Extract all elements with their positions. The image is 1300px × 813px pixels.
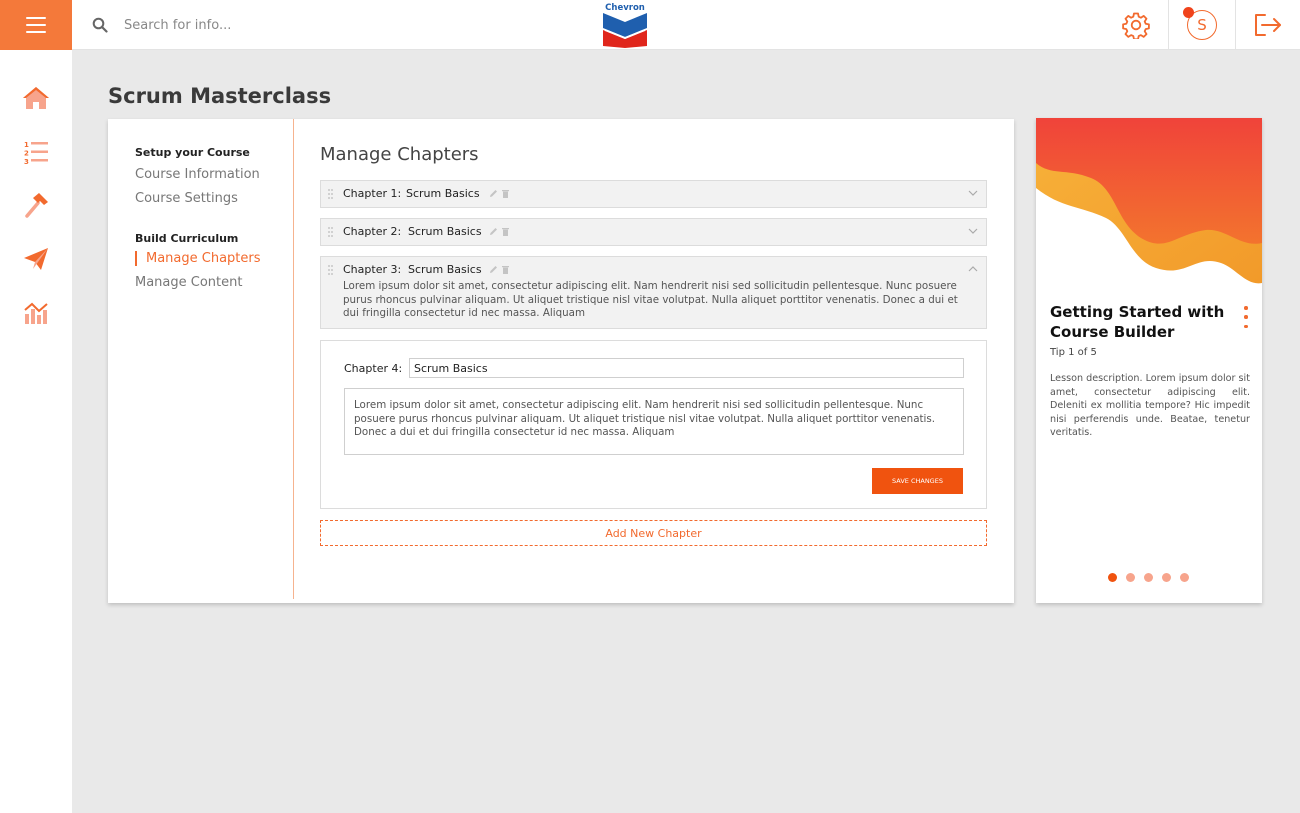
home-icon xyxy=(23,87,49,109)
page-title: Scrum Masterclass xyxy=(108,84,332,108)
chapter-name-input[interactable] xyxy=(409,358,964,378)
chapter-name: Scrum Basics xyxy=(408,225,482,238)
numbered-list-icon: 123 xyxy=(24,141,48,165)
trash-icon[interactable] xyxy=(502,227,509,236)
chapter-row[interactable]: Chapter 1: Scrum Basics xyxy=(320,180,987,208)
chapter-name: Scrum Basics xyxy=(408,263,482,276)
sidebar-item-courses[interactable]: 123 xyxy=(22,138,50,166)
carousel-dot[interactable] xyxy=(1144,573,1153,582)
hammer-icon xyxy=(25,193,48,218)
sidebar-item-home[interactable] xyxy=(22,84,50,112)
chapter-label: Chapter 1: xyxy=(343,187,402,200)
chapter-row[interactable]: Chapter 2: Scrum Basics xyxy=(320,218,987,246)
tip-counter: Tip 1 of 5 xyxy=(1050,347,1097,358)
trash-icon[interactable] xyxy=(502,189,509,198)
save-changes-button[interactable]: Save Changes xyxy=(872,468,963,494)
chapter-row-expanded[interactable]: Chapter 3: Scrum Basics Lorem ipsum dolo… xyxy=(320,256,987,329)
chapter-description: Lorem ipsum dolor sit amet, consectetur … xyxy=(343,280,958,319)
menu-heading-setup: Setup your Course xyxy=(135,146,250,159)
pencil-icon[interactable] xyxy=(489,189,498,198)
drag-handle-icon[interactable] xyxy=(328,265,334,275)
hamburger-icon xyxy=(26,15,46,36)
svg-text:3: 3 xyxy=(24,158,29,165)
menu-item-manage-chapters[interactable]: Manage Chapters xyxy=(135,251,261,266)
chevron-down-icon[interactable] xyxy=(968,188,978,198)
sidebar-item-publish[interactable] xyxy=(22,245,50,273)
settings-button[interactable] xyxy=(1104,0,1168,50)
avatar: S xyxy=(1183,7,1217,40)
avatar-initial: S xyxy=(1197,16,1207,34)
sidebar-item-builder[interactable] xyxy=(22,192,50,220)
more-options-icon[interactable] xyxy=(1238,306,1254,328)
sidebar-item-analytics[interactable] xyxy=(22,299,50,327)
svg-text:1: 1 xyxy=(24,141,29,149)
chapter-editor: Chapter 4: Lorem ipsum dolor sit amet, c… xyxy=(320,340,987,509)
carousel-dot[interactable] xyxy=(1162,573,1171,582)
menu-item-course-settings[interactable]: Course Settings xyxy=(135,191,238,206)
chapter-editor-label: Chapter 4: xyxy=(344,362,403,375)
logout-icon xyxy=(1255,14,1281,36)
svg-text:2: 2 xyxy=(24,150,29,158)
wave-illustration xyxy=(1036,118,1262,284)
add-new-chapter-button[interactable]: Add New Chapter xyxy=(320,520,987,546)
course-menu: Setup your Course Course Information Cou… xyxy=(108,119,294,599)
menu-item-course-information[interactable]: Course Information xyxy=(135,167,260,182)
logout-button[interactable] xyxy=(1235,0,1300,50)
svg-text:Chevron: Chevron xyxy=(605,3,645,13)
gear-icon xyxy=(1122,12,1150,39)
chevron-up-icon[interactable] xyxy=(968,264,978,274)
search-icon xyxy=(92,17,108,33)
menu-heading-build: Build Curriculum xyxy=(135,232,239,245)
tip-description: Lesson description. Lorem ipsum dolor si… xyxy=(1050,373,1250,438)
chapter-label: Chapter 3: xyxy=(343,263,402,276)
menu-item-manage-content[interactable]: Manage Content xyxy=(135,275,242,290)
pencil-icon[interactable] xyxy=(489,265,498,274)
carousel-dot[interactable] xyxy=(1108,573,1117,582)
pencil-icon[interactable] xyxy=(489,227,498,236)
tip-card: Getting Started with Course Builder Tip … xyxy=(1036,118,1262,603)
chapter-name: Scrum Basics xyxy=(406,187,480,200)
chapter-label: Chapter 2: xyxy=(343,225,402,238)
paper-plane-icon xyxy=(24,248,48,270)
carousel-dots xyxy=(1108,573,1189,582)
tip-title: Getting Started with Course Builder xyxy=(1050,303,1225,341)
menu-toggle-button[interactable] xyxy=(0,0,72,50)
drag-handle-icon[interactable] xyxy=(328,189,334,199)
chapter-description-textarea[interactable]: Lorem ipsum dolor sit amet, consectetur … xyxy=(344,388,964,455)
course-builder-card: Setup your Course Course Information Cou… xyxy=(108,119,1014,603)
drag-handle-icon[interactable] xyxy=(328,227,334,237)
top-bar: Chevron S xyxy=(0,0,1300,50)
search-input[interactable] xyxy=(116,12,416,38)
trash-icon[interactable] xyxy=(502,265,509,274)
user-avatar-button[interactable]: S xyxy=(1168,0,1235,50)
carousel-dot[interactable] xyxy=(1126,573,1135,582)
carousel-dot[interactable] xyxy=(1180,573,1189,582)
sidebar: 123 xyxy=(0,50,72,813)
notification-dot xyxy=(1183,7,1194,18)
analytics-chart-icon xyxy=(24,302,48,324)
chevron-logo: Chevron xyxy=(603,3,647,48)
chevron-down-icon[interactable] xyxy=(968,226,978,236)
section-title: Manage Chapters xyxy=(320,144,479,165)
